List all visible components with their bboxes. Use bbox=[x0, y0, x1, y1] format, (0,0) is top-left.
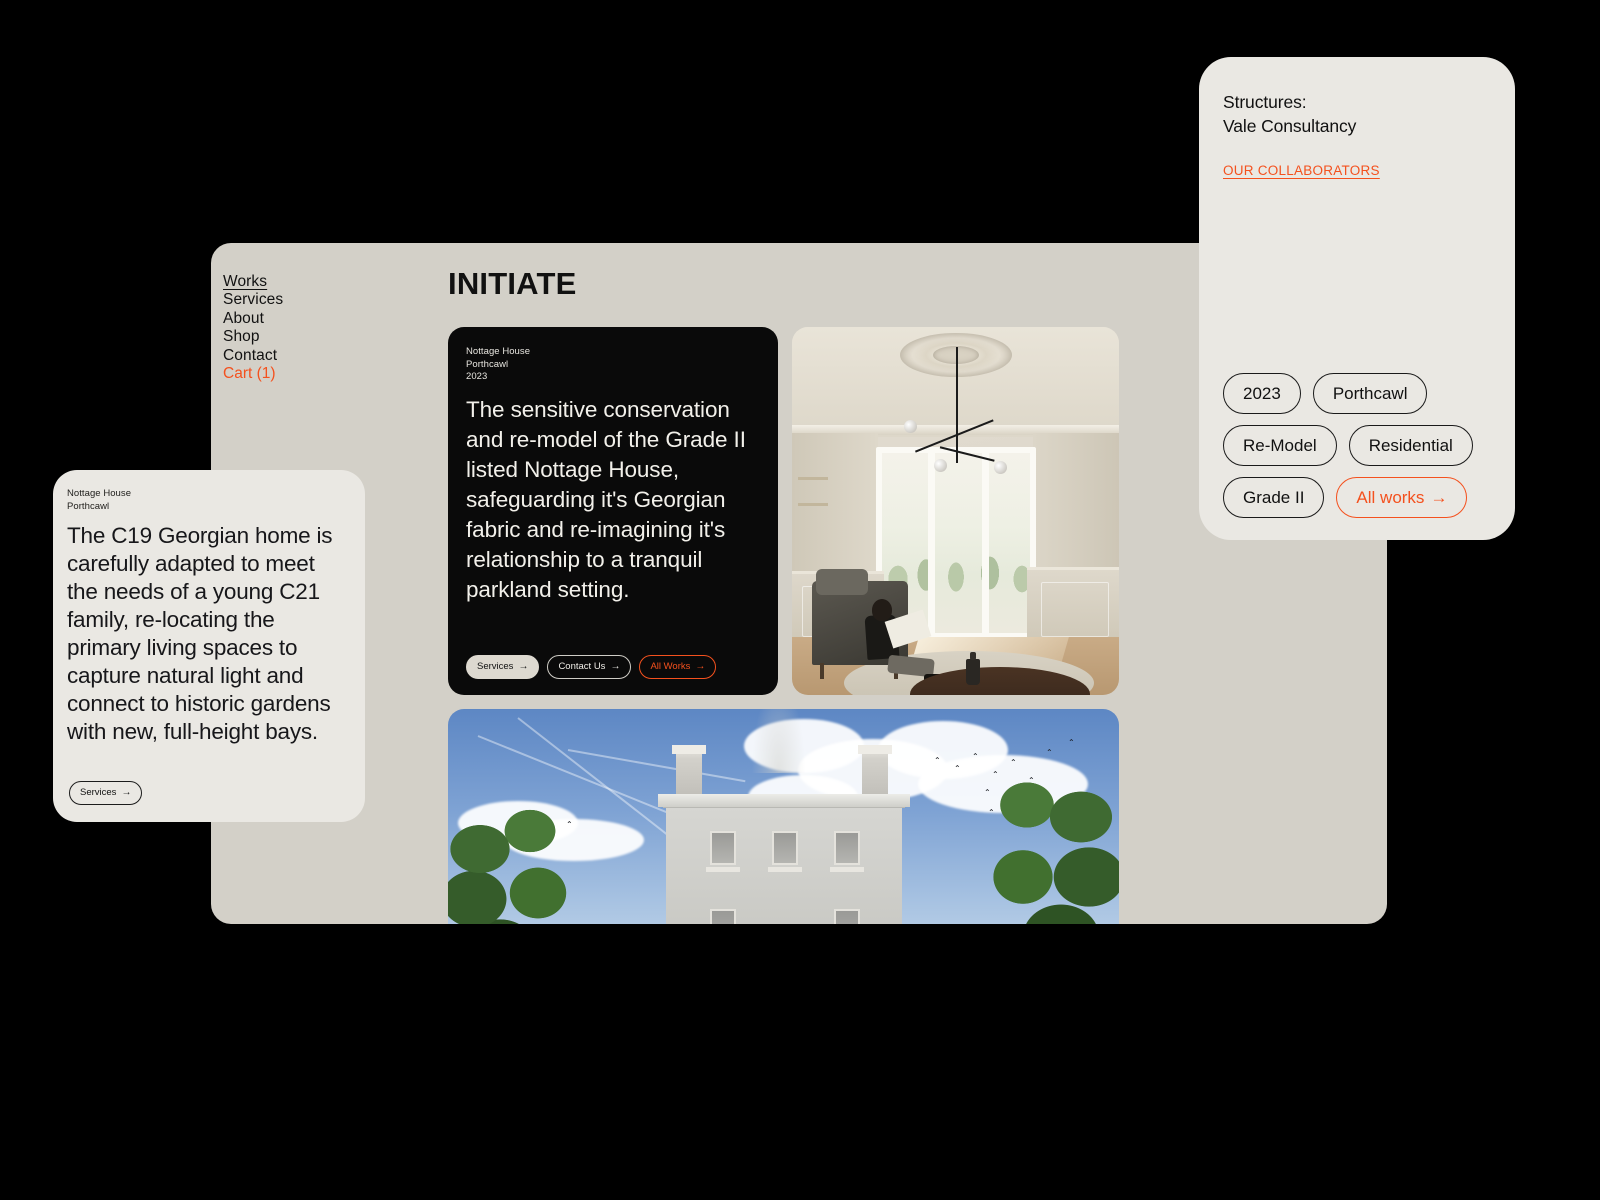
cornice-band bbox=[657, 794, 910, 807]
window bbox=[833, 909, 860, 924]
tag-year[interactable]: 2023 bbox=[1223, 373, 1301, 414]
detail-card-meta: Nottage House Porthcawl bbox=[67, 488, 349, 513]
project-detail-card[interactable]: Nottage House Porthcawl The C19 Georgian… bbox=[53, 470, 365, 822]
sidebar-item-about[interactable]: About bbox=[223, 310, 264, 328]
shelf bbox=[798, 477, 828, 480]
project-meta: Nottage House Porthcawl 2023 bbox=[461, 346, 760, 384]
chimney-smoke bbox=[751, 709, 806, 773]
info-panel-heading: Structures: Vale Consultancy bbox=[1223, 91, 1491, 138]
cushion bbox=[816, 569, 868, 595]
services-button[interactable]: Services → bbox=[466, 655, 540, 679]
georgian-house bbox=[657, 745, 910, 924]
project-summary-card[interactable]: Nottage House Porthcawl 2023 The sensiti… bbox=[448, 327, 778, 695]
window bbox=[833, 831, 860, 865]
tag-list: 2023 Porthcawl Re-Model Residential Grad… bbox=[1223, 373, 1491, 518]
structures-label: Structures: bbox=[1223, 92, 1307, 112]
window bbox=[709, 831, 736, 865]
tag-grade-ii[interactable]: Grade II bbox=[1223, 477, 1325, 518]
pendant-bulb bbox=[904, 420, 917, 433]
info-panel[interactable]: Structures: Vale Consultancy OUR COLLABO… bbox=[1199, 57, 1515, 540]
bird-icon: ⌃ bbox=[934, 756, 941, 765]
arrow-right-icon: → bbox=[1430, 488, 1448, 507]
contact-us-button[interactable]: Contact Us → bbox=[547, 655, 632, 679]
services-button-label: Services bbox=[80, 787, 117, 799]
tag-location[interactable]: Porthcawl bbox=[1312, 373, 1428, 414]
all-works-tag-button[interactable]: All works → bbox=[1336, 477, 1468, 518]
consultancy-name: Vale Consultancy bbox=[1223, 115, 1357, 136]
mullion bbox=[928, 453, 935, 633]
window bbox=[771, 831, 798, 865]
pendant-bulb bbox=[994, 461, 1007, 474]
shelf bbox=[798, 503, 828, 506]
tag-remodel[interactable]: Re-Model bbox=[1223, 425, 1337, 466]
detail-card-name: Nottage House bbox=[67, 488, 132, 499]
bird-icon: ⌃ bbox=[972, 752, 979, 761]
services-button-label: Services bbox=[477, 661, 514, 673]
sidebar-nav: Works Services About Shop Contact Cart (… bbox=[223, 273, 403, 383]
interior-render-image[interactable] bbox=[792, 327, 1119, 695]
arrow-right-icon: → bbox=[518, 661, 529, 672]
detail-card-actions: Services → bbox=[69, 781, 143, 805]
mullion bbox=[982, 453, 989, 633]
window-sill bbox=[705, 867, 740, 872]
arrow-right-icon: → bbox=[610, 661, 621, 672]
window-sill bbox=[767, 867, 802, 872]
tree-right bbox=[941, 765, 1119, 924]
sidebar-item-services[interactable]: Services bbox=[223, 291, 283, 309]
coffee-pot bbox=[966, 652, 980, 685]
our-collaborators-link[interactable]: OUR COLLABORATORS bbox=[1223, 163, 1380, 179]
detail-card-body: The C19 Georgian home is carefully adapt… bbox=[67, 523, 333, 745]
all-works-button-label: All Works bbox=[650, 661, 691, 673]
project-card-actions: Services → Contact Us → All Works → bbox=[466, 655, 717, 679]
bird-icon: ⌃ bbox=[1046, 748, 1053, 757]
bird-icon: ⌃ bbox=[1068, 738, 1075, 747]
project-year: 2023 bbox=[466, 371, 488, 383]
window-sill bbox=[829, 867, 864, 872]
sidebar-item-contact[interactable]: Contact bbox=[223, 347, 277, 365]
contact-us-button-label: Contact Us bbox=[558, 661, 606, 673]
exterior-render-image[interactable]: ⌃ ⌃ ⌃ ⌃ ⌃ ⌃ ⌃ ⌃ ⌃ ⌃ ⌃ bbox=[448, 709, 1119, 924]
pendant-bulb bbox=[934, 459, 947, 472]
services-button[interactable]: Services → bbox=[69, 781, 143, 805]
project-description: The sensitive conservation and re-model … bbox=[466, 396, 746, 602]
all-works-button[interactable]: All Works → bbox=[639, 655, 717, 679]
tag-residential[interactable]: Residential bbox=[1348, 425, 1473, 466]
seated-person-head bbox=[872, 599, 892, 621]
screen: Works Services About Shop Contact Cart (… bbox=[0, 0, 1600, 1200]
arrow-right-icon: → bbox=[695, 661, 706, 672]
panel-detail bbox=[1041, 582, 1109, 637]
sidebar-item-shop[interactable]: Shop bbox=[223, 328, 260, 346]
project-location: Porthcawl bbox=[466, 358, 509, 370]
chair-leg bbox=[820, 663, 824, 679]
project-name: Nottage House bbox=[466, 346, 531, 357]
garden-view bbox=[886, 539, 1038, 603]
arrow-right-icon: → bbox=[121, 787, 132, 798]
sidebar-item-works[interactable]: Works bbox=[223, 273, 267, 291]
window bbox=[709, 909, 736, 924]
cart-link[interactable]: Cart (1) bbox=[223, 365, 276, 382]
all-works-tag-label: All works bbox=[1356, 488, 1425, 507]
tree-left bbox=[448, 789, 610, 924]
pendant-light-rod bbox=[955, 347, 958, 463]
detail-card-location: Porthcawl bbox=[67, 500, 110, 512]
